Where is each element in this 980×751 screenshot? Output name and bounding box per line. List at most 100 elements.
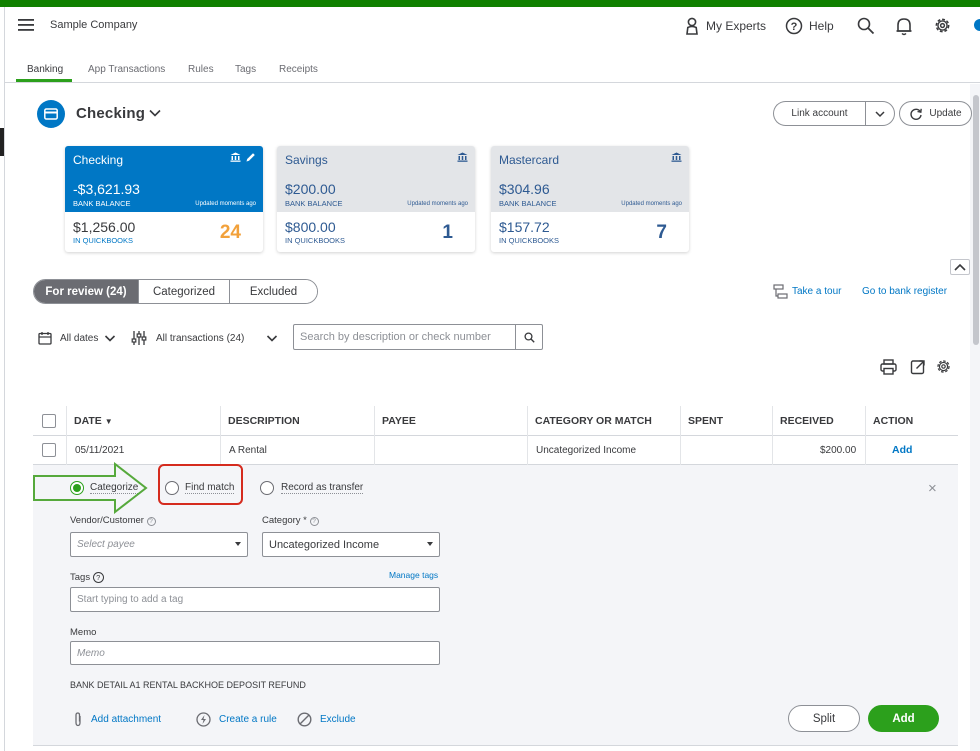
add-button[interactable]: Add (868, 705, 939, 732)
account-card-mastercard[interactable]: Mastercard $304.96 BANK BALANCE Updated … (491, 146, 689, 252)
manage-tags-link[interactable]: Manage tags (389, 570, 438, 580)
tab-rules[interactable]: Rules (188, 64, 214, 75)
column-header-spent[interactable]: SPENT (688, 415, 723, 427)
column-divider (220, 436, 221, 465)
bolt-icon (196, 712, 211, 727)
record-transfer-label[interactable]: Record as transfer (281, 482, 364, 494)
date-filter-label: All dates (60, 332, 99, 344)
tab-excluded[interactable]: Excluded (229, 280, 317, 303)
row-checkbox[interactable] (42, 443, 56, 457)
help-icon: ? (785, 17, 803, 35)
search-icon (523, 331, 535, 343)
select-all-checkbox[interactable] (42, 414, 56, 428)
bank-icon (230, 152, 241, 162)
tags-placeholder: Start typing to add a tag (77, 594, 184, 605)
export-icon[interactable] (910, 359, 926, 375)
review-status-tabs: For review (24) Categorized Excluded (33, 279, 318, 304)
create-rule-label: Create a rule (219, 714, 277, 725)
person-icon (686, 17, 698, 35)
column-divider (527, 406, 528, 436)
exclude-link[interactable]: Exclude (297, 712, 356, 727)
help-button[interactable]: ? Help (785, 15, 834, 37)
column-divider (220, 406, 221, 436)
vendor-select[interactable]: Select payee (70, 532, 248, 557)
gear-icon[interactable] (935, 358, 952, 375)
refresh-icon (910, 108, 923, 120)
search-box (293, 324, 543, 350)
card-bank-balance-label: BANK BALANCE (499, 199, 557, 208)
account-title[interactable]: Checking (76, 105, 145, 122)
row-add-action[interactable]: Add (892, 444, 912, 456)
column-divider (680, 436, 681, 465)
create-rule-link[interactable]: Create a rule (196, 712, 277, 727)
update-button[interactable]: Update (899, 101, 972, 126)
tab-categorized[interactable]: Categorized (138, 280, 229, 303)
company-name[interactable]: Sample Company (50, 19, 137, 31)
bank-icon (671, 152, 682, 162)
transactions-filter-label: All transactions (24) (156, 332, 245, 344)
tab-tags[interactable]: Tags (235, 64, 256, 75)
column-header-date[interactable]: DATE ▼ (74, 415, 113, 427)
update-label: Update (929, 108, 962, 119)
category-select[interactable]: Uncategorized Income (262, 532, 440, 557)
close-icon[interactable]: × (928, 480, 937, 497)
collapse-cards-button[interactable] (950, 259, 970, 275)
card-review-count: 7 (656, 222, 667, 243)
filter-icon (131, 331, 147, 345)
bank-detail-label: BANK DETAIL (70, 680, 128, 690)
link-account-dropdown[interactable] (865, 101, 895, 126)
memo-label: Memo (70, 627, 97, 638)
card-review-count: 1 (442, 222, 453, 243)
link-account-button[interactable]: Link account (773, 101, 865, 126)
annotation-arrow (33, 462, 148, 514)
add-attachment-link[interactable]: Add attachment (73, 712, 161, 727)
pencil-icon[interactable] (245, 152, 256, 163)
account-card-savings[interactable]: Savings $200.00 BANK BALANCE Updated mom… (277, 146, 475, 252)
column-header-category[interactable]: CATEGORY OR MATCH (535, 415, 652, 427)
info-icon: ? (146, 517, 156, 526)
chevron-down-icon (875, 110, 885, 117)
column-header-received[interactable]: RECEIVED (780, 415, 834, 427)
chevron-down-icon (267, 335, 278, 342)
card-qb-balance: $800.00 (285, 219, 336, 235)
sub-navigation: Banking App Transactions Rules Tags Rece… (5, 50, 980, 83)
account-card-checking[interactable]: Checking -$3,621.93 BANK BALANCE Updated… (65, 146, 263, 252)
column-divider (772, 436, 773, 465)
search-input[interactable] (294, 325, 516, 349)
add-attachment-label: Add attachment (91, 714, 162, 725)
tab-app-transactions[interactable]: App Transactions (88, 64, 165, 75)
tab-receipts[interactable]: Receipts (279, 64, 318, 75)
tab-banking[interactable]: Banking (27, 64, 63, 75)
my-experts-button[interactable]: My Experts (684, 15, 766, 37)
transactions-filter[interactable]: All transactions (24) (131, 328, 278, 348)
bank-register-link[interactable]: Go to bank register (862, 286, 947, 297)
print-icon[interactable] (880, 359, 897, 375)
column-divider (66, 436, 67, 465)
menu-icon[interactable] (18, 18, 36, 32)
column-header-payee[interactable]: PAYEE (382, 415, 416, 427)
search-button[interactable] (515, 325, 542, 349)
search-icon[interactable] (857, 17, 875, 35)
column-divider (66, 406, 67, 436)
avatar[interactable] (974, 19, 980, 31)
active-tab-indicator (16, 79, 72, 82)
sort-desc-icon: ▼ (104, 417, 113, 426)
memo-input[interactable]: Memo (70, 641, 440, 665)
calendar-icon (38, 332, 52, 345)
card-account-name: Savings (285, 153, 328, 167)
info-icon: ? (309, 517, 319, 526)
bell-icon[interactable] (895, 16, 913, 36)
take-tour-link[interactable]: Take a tour (773, 284, 841, 299)
chevron-down-icon[interactable] (148, 106, 162, 120)
record-transfer-radio[interactable] (260, 481, 274, 495)
column-header-description[interactable]: DESCRIPTION (228, 415, 300, 427)
gear-icon[interactable] (933, 16, 952, 35)
dropdown-arrow-icon (427, 542, 433, 546)
scrollbar-thumb[interactable] (973, 95, 979, 345)
table-row[interactable]: 05/11/2021 A Rental Uncategorized Income… (33, 436, 958, 465)
tags-input[interactable]: Start typing to add a tag (70, 587, 440, 612)
tab-for-review[interactable]: For review (24) (34, 280, 138, 303)
date-filter[interactable]: All dates (38, 328, 116, 348)
category-label-text: Category * (262, 515, 307, 526)
split-button[interactable]: Split (788, 705, 860, 732)
